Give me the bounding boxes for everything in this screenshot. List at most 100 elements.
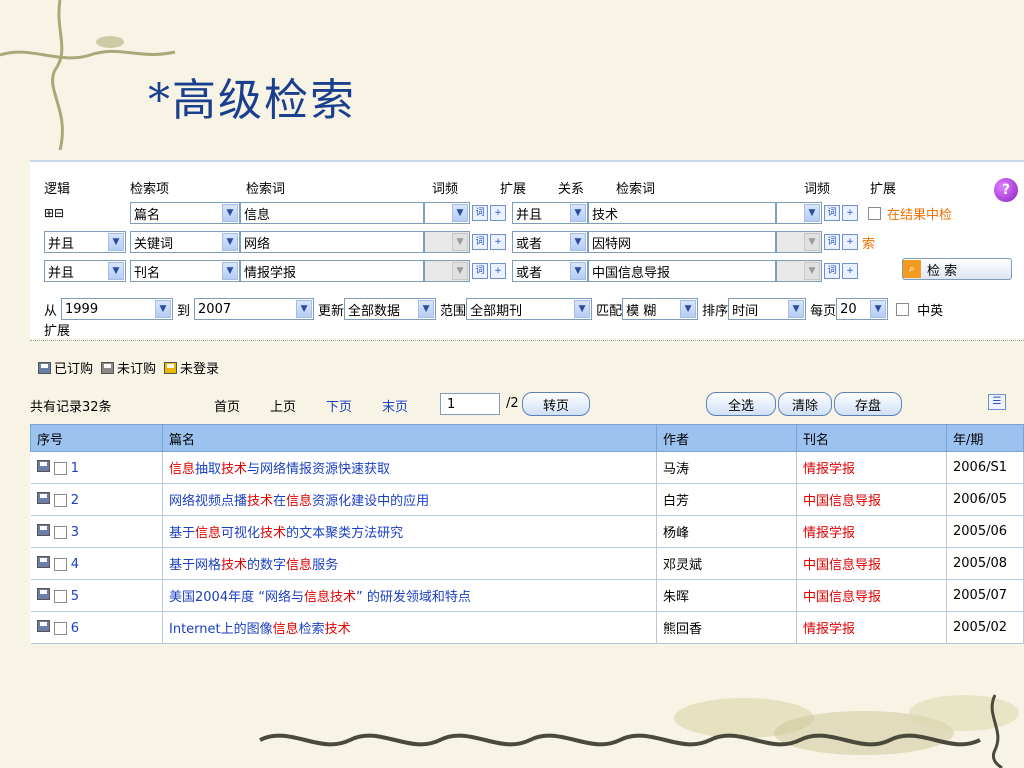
journal-link[interactable]: 情报学报 xyxy=(796,451,947,484)
row-number: 4 xyxy=(70,556,80,572)
article-title-link[interactable]: 美国2004年度 “网络与信息技术” 的研发领域和特点 xyxy=(162,579,657,612)
total-records: 共有记录32条 xyxy=(30,400,112,415)
save-button[interactable]: 存盘 xyxy=(834,392,902,416)
thesaurus-icon[interactable]: 词 xyxy=(824,234,840,250)
add-remove-row-icon[interactable]: ⊞⊟ xyxy=(44,206,126,220)
freq-select-3[interactable]: ▼ xyxy=(424,260,470,282)
thesaurus-icon[interactable]: 词 xyxy=(472,205,488,221)
term2-input-3[interactable]: 中国信息导报 xyxy=(588,260,776,282)
journal-link[interactable]: 中国信息导报 xyxy=(796,547,947,580)
scope-select[interactable]: 全部期刊 ▼ xyxy=(466,298,593,320)
thesaurus-icon[interactable]: 词 xyxy=(472,263,488,279)
logic-select-3[interactable]: 并且 ▼ xyxy=(44,260,126,282)
relation-select-2[interactable]: 或者 ▼ xyxy=(512,231,588,253)
disk-icon xyxy=(36,587,50,600)
journal-link[interactable]: 情报学报 xyxy=(796,611,947,644)
table-row[interactable]: 6 Internet上的图像信息检索技术 熊回香 情报学报 2005/02 xyxy=(30,611,1024,644)
thesaurus-icon[interactable]: 词 xyxy=(472,234,488,250)
table-row[interactable]: 1 信息抽取技术与网络情报资源快速获取 马涛 情报学报 2006/S1 xyxy=(30,451,1024,484)
freq-select-2[interactable]: ▼ xyxy=(424,231,470,253)
col-issue[interactable]: 年/期 xyxy=(946,424,1024,452)
field-select-3[interactable]: 刊名 ▼ xyxy=(130,260,240,282)
from-year-select[interactable]: 1999 ▼ xyxy=(61,298,174,320)
prev-page-link[interactable]: 上页 xyxy=(270,396,296,415)
row-checkbox[interactable] xyxy=(53,493,67,507)
row-checkbox[interactable] xyxy=(53,525,67,539)
table-row[interactable]: 4 基于网格技术的数字信息服务 邓灵斌 中国信息导报 2005/08 xyxy=(30,547,1024,580)
article-title-link[interactable]: 基于网格技术的数字信息服务 xyxy=(162,547,657,580)
last-page-link[interactable]: 末页 xyxy=(382,396,408,415)
row-checkbox[interactable] xyxy=(53,621,67,635)
title-segment: Internet上的图像 xyxy=(169,622,273,637)
goto-page-button[interactable]: 转页 xyxy=(522,392,590,416)
search-in-results-checkbox[interactable] xyxy=(868,206,881,220)
article-title-link[interactable]: 网络视频点播技术在信息资源化建设中的应用 xyxy=(162,483,657,516)
term-input-3[interactable]: 情报学报 xyxy=(240,260,424,282)
term-input-1[interactable]: 信息 xyxy=(240,202,424,224)
disk-icon xyxy=(36,555,50,568)
expand-icon[interactable]: + xyxy=(490,205,506,221)
logic-select-2[interactable]: 并且 ▼ xyxy=(44,231,126,253)
term2-input-2[interactable]: 因特网 xyxy=(588,231,776,253)
journal-link[interactable]: 中国信息导报 xyxy=(796,483,947,516)
select-all-button[interactable]: 全选 xyxy=(706,392,776,416)
field-select-2[interactable]: 关键词 ▼ xyxy=(130,231,240,253)
col-journal[interactable]: 刊名 xyxy=(796,424,947,452)
col-number[interactable]: 序号 xyxy=(30,424,163,452)
help-icon[interactable]: ? xyxy=(994,178,1018,202)
title-segment: 信息 xyxy=(303,590,330,605)
row-number-cell: 3 xyxy=(30,515,163,548)
per-page-select[interactable]: 20 ▼ xyxy=(836,298,889,320)
row-checkbox[interactable] xyxy=(53,557,67,571)
title-segment: 信息 xyxy=(169,462,196,477)
legend-subscribed: 已订购 xyxy=(38,358,93,377)
table-row[interactable]: 2 网络视频点播技术在信息资源化建设中的应用 白芳 中国信息导报 2006/05 xyxy=(30,483,1024,516)
table-row[interactable]: 5 美国2004年度 “网络与信息技术” 的研发领域和特点 朱晖 中国信息导报 2005… xyxy=(30,579,1024,612)
title-segment: 信息 xyxy=(286,558,313,573)
freq-select-1[interactable]: ▼ xyxy=(424,202,470,224)
term2-input-1[interactable]: 技术 xyxy=(588,202,776,224)
sort-select[interactable]: 时间 ▼ xyxy=(728,298,807,320)
chevron-down-icon: ▼ xyxy=(788,300,805,318)
match-select[interactable]: 模 糊 ▼ xyxy=(622,298,699,320)
article-title-link[interactable]: 信息抽取技术与网络情报资源快速获取 xyxy=(162,451,657,484)
next-page-link[interactable]: 下页 xyxy=(326,396,352,415)
update-select[interactable]: 全部数据 ▼ xyxy=(344,298,437,320)
title-segment: 美国2004年度 “网络与 xyxy=(169,590,304,605)
table-row[interactable]: 3 基于信息可视化技术的文本聚类方法研究 杨峰 情报学报 2005/06 xyxy=(30,515,1024,548)
first-page-link[interactable]: 首页 xyxy=(214,396,240,415)
freq2-select-3[interactable]: ▼ xyxy=(776,260,822,282)
clear-button[interactable]: 清除 xyxy=(778,392,832,416)
expand-icon[interactable]: + xyxy=(490,234,506,250)
chevron-down-icon: ▼ xyxy=(296,300,313,318)
to-year-select[interactable]: 2007 ▼ xyxy=(194,298,315,320)
expand-icon[interactable]: + xyxy=(842,263,858,279)
article-title-link[interactable]: Internet上的图像信息检索技术 xyxy=(162,611,657,644)
article-title-link[interactable]: 基于信息可视化技术的文本聚类方法研究 xyxy=(162,515,657,548)
journal-link[interactable]: 情报学报 xyxy=(796,515,947,548)
field-header: 检索项 xyxy=(130,182,170,197)
list-view-icon[interactable]: ☰ xyxy=(988,394,1006,410)
zh-en-checkbox[interactable] xyxy=(896,302,910,316)
expand-icon[interactable]: + xyxy=(842,205,858,221)
expand-icon[interactable]: + xyxy=(842,234,858,250)
title-segment: 技术 xyxy=(221,558,248,573)
row-checkbox[interactable] xyxy=(53,461,67,475)
row-checkbox[interactable] xyxy=(53,589,67,603)
field-select-1[interactable]: 篇名 ▼ xyxy=(130,202,240,224)
chevron-down-icon: ▼ xyxy=(222,233,238,251)
expand-icon[interactable]: + xyxy=(490,263,506,279)
freq2-select-1[interactable]: ▼ xyxy=(776,202,822,224)
page-number-input[interactable]: 1 xyxy=(440,393,500,415)
freq2-select-2[interactable]: ▼ xyxy=(776,231,822,253)
col-author[interactable]: 作者 xyxy=(656,424,797,452)
relation-select-3[interactable]: 或者 ▼ xyxy=(512,260,588,282)
author-cell: 白芳 xyxy=(656,483,797,516)
term-input-2[interactable]: 网络 xyxy=(240,231,424,253)
relation-select-1[interactable]: 并且 ▼ xyxy=(512,202,588,224)
journal-link[interactable]: 中国信息导报 xyxy=(796,579,947,612)
thesaurus-icon[interactable]: 词 xyxy=(824,205,840,221)
thesaurus-icon[interactable]: 词 xyxy=(824,263,840,279)
search-button[interactable]: ⌕ 检 索 xyxy=(902,258,1012,280)
col-title[interactable]: 篇名 xyxy=(162,424,657,452)
